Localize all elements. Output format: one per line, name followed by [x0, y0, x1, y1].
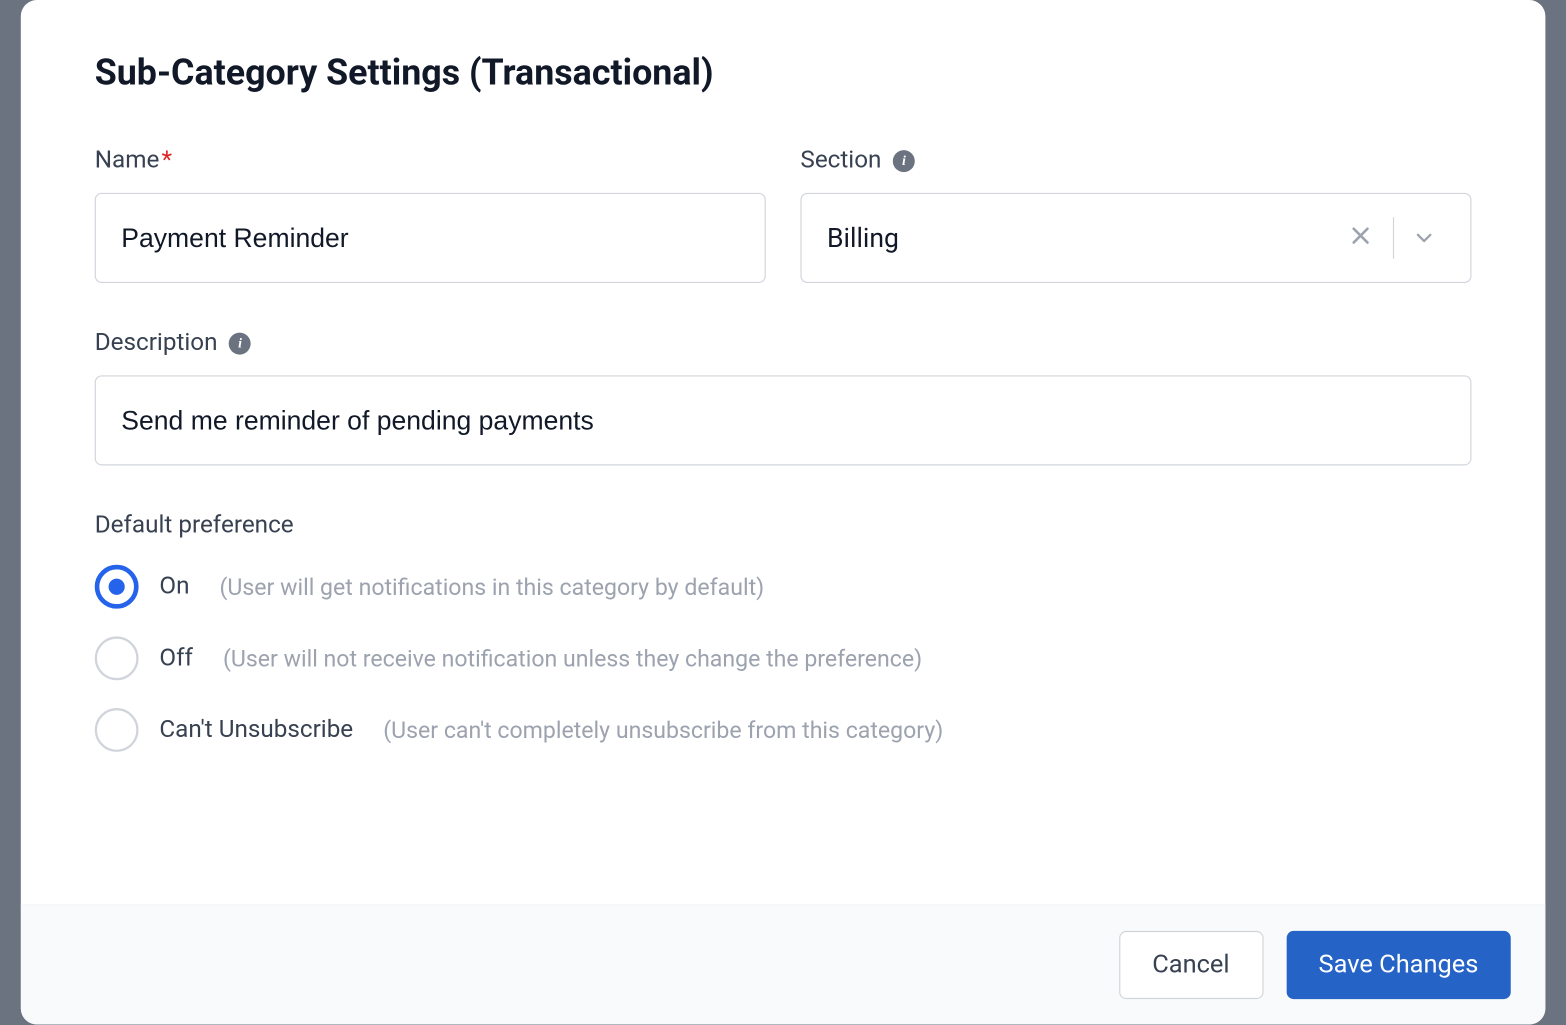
save-button[interactable]: Save Changes — [1286, 931, 1511, 999]
radio-dot — [109, 579, 125, 595]
required-star: * — [162, 147, 172, 175]
radio-label: Off — [159, 644, 193, 672]
description-group: Description i — [95, 329, 1472, 465]
name-label-wrap: Name* — [95, 147, 766, 175]
select-divider — [1393, 217, 1394, 259]
radio-button[interactable] — [95, 636, 139, 680]
radio-button[interactable] — [95, 565, 139, 609]
info-icon[interactable]: i — [893, 150, 915, 172]
settings-modal: Sub-Category Settings (Transactional) Na… — [21, 0, 1546, 1024]
name-label: Name — [95, 147, 160, 175]
clear-icon[interactable] — [1337, 225, 1383, 250]
name-group: Name* — [95, 147, 766, 283]
radio-button[interactable] — [95, 708, 139, 752]
radio-off[interactable]: Off (User will not receive notification … — [95, 636, 1472, 680]
radio-hint: (User will not receive notification unle… — [223, 644, 922, 672]
default-preference-group: Default preference On (User will get not… — [95, 512, 1472, 752]
section-value: Billing — [827, 222, 1338, 253]
radio-hint: (User will get notifications in this cat… — [220, 573, 765, 601]
modal-title: Sub-Category Settings (Transactional) — [95, 51, 1472, 94]
radio-label: Can't Unsubscribe — [159, 716, 353, 744]
section-label-wrap: Section i — [800, 147, 1471, 175]
description-label: Description — [95, 329, 218, 357]
radio-label: On — [159, 573, 189, 601]
info-icon[interactable]: i — [229, 332, 251, 354]
radio-group: On (User will get notifications in this … — [95, 565, 1472, 752]
radio-cant-unsubscribe[interactable]: Can't Unsubscribe (User can't completely… — [95, 708, 1472, 752]
default-preference-label: Default preference — [95, 512, 1472, 540]
radio-hint: (User can't completely unsubscribe from … — [383, 716, 943, 744]
chevron-down-icon[interactable] — [1403, 217, 1445, 259]
radio-on[interactable]: On (User will get notifications in this … — [95, 565, 1472, 609]
description-label-wrap: Description i — [95, 329, 1472, 357]
form-row-1: Name* Section i Billing — [95, 147, 1472, 283]
section-select[interactable]: Billing — [800, 193, 1471, 283]
description-input[interactable] — [95, 375, 1472, 465]
section-label: Section — [800, 147, 881, 175]
name-input[interactable] — [95, 193, 766, 283]
section-group: Section i Billing — [800, 147, 1471, 283]
modal-footer: Cancel Save Changes — [21, 904, 1546, 1024]
cancel-button[interactable]: Cancel — [1119, 931, 1263, 999]
modal-body: Sub-Category Settings (Transactional) Na… — [21, 0, 1546, 904]
